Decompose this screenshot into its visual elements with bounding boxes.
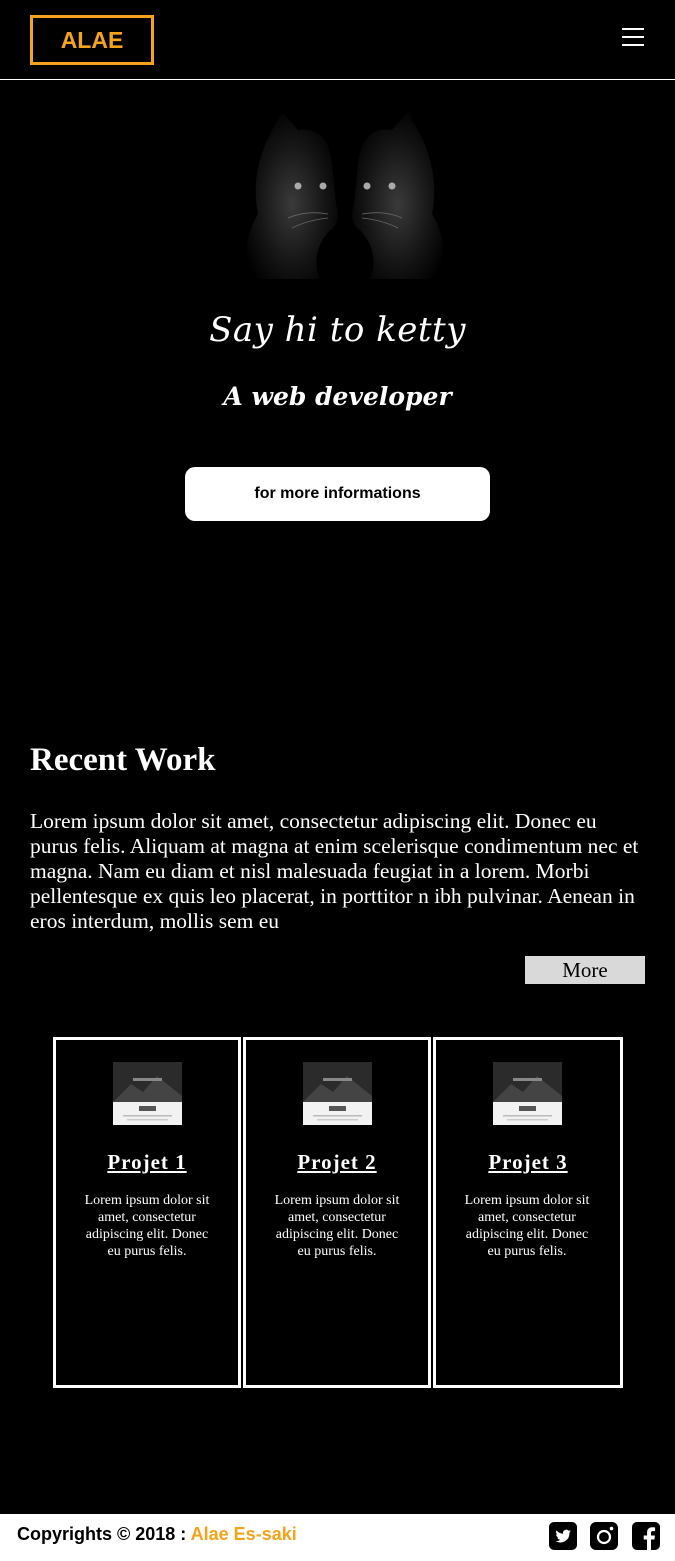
more-info-button[interactable]: for more informations <box>185 467 490 521</box>
project-title[interactable]: Projet 1 <box>56 1150 238 1175</box>
facebook-icon[interactable] <box>632 1522 660 1550</box>
project-thumbnail <box>113 1062 182 1125</box>
copyright-text: Copyrights © 2018 : Alae Es-saki <box>17 1524 297 1545</box>
project-description: Lorem ipsum dolor sit amet, consectetur … <box>84 1193 210 1259</box>
logo[interactable]: ALAE <box>30 15 154 65</box>
project-card[interactable]: Projet 2 Lorem ipsum dolor sit amet, con… <box>243 1037 431 1388</box>
project-title[interactable]: Projet 2 <box>246 1150 428 1175</box>
hero-title: Say hi to ketty <box>209 310 466 350</box>
project-card[interactable]: Projet 1 Lorem ipsum dolor sit amet, con… <box>53 1037 241 1388</box>
project-card[interactable]: Projet 3 Lorem ipsum dolor sit amet, con… <box>433 1037 623 1388</box>
recent-work-text: Lorem ipsum dolor sit amet, consectetur … <box>30 809 639 933</box>
project-description: Lorem ipsum dolor sit amet, consectetur … <box>274 1193 400 1259</box>
project-cards: Projet 1 Lorem ipsum dolor sit amet, con… <box>53 1037 623 1388</box>
project-thumbnail <box>493 1062 562 1125</box>
twitter-icon[interactable] <box>549 1522 577 1550</box>
recent-work-title: Recent Work <box>30 742 216 778</box>
cats-hero-image <box>210 104 480 284</box>
instagram-icon[interactable] <box>590 1522 618 1550</box>
copyright-label: Copyrights © 2018 : <box>17 1524 187 1544</box>
project-description: Lorem ipsum dolor sit amet, consectetur … <box>464 1193 590 1259</box>
hamburger-icon[interactable] <box>622 28 644 48</box>
project-thumbnail <box>303 1062 372 1125</box>
more-button[interactable]: More <box>525 956 645 984</box>
header-divider <box>0 79 675 80</box>
hero-subtitle: A web developer <box>223 382 452 411</box>
project-title[interactable]: Projet 3 <box>436 1150 620 1175</box>
author-name: Alae Es-saki <box>190 1524 297 1544</box>
